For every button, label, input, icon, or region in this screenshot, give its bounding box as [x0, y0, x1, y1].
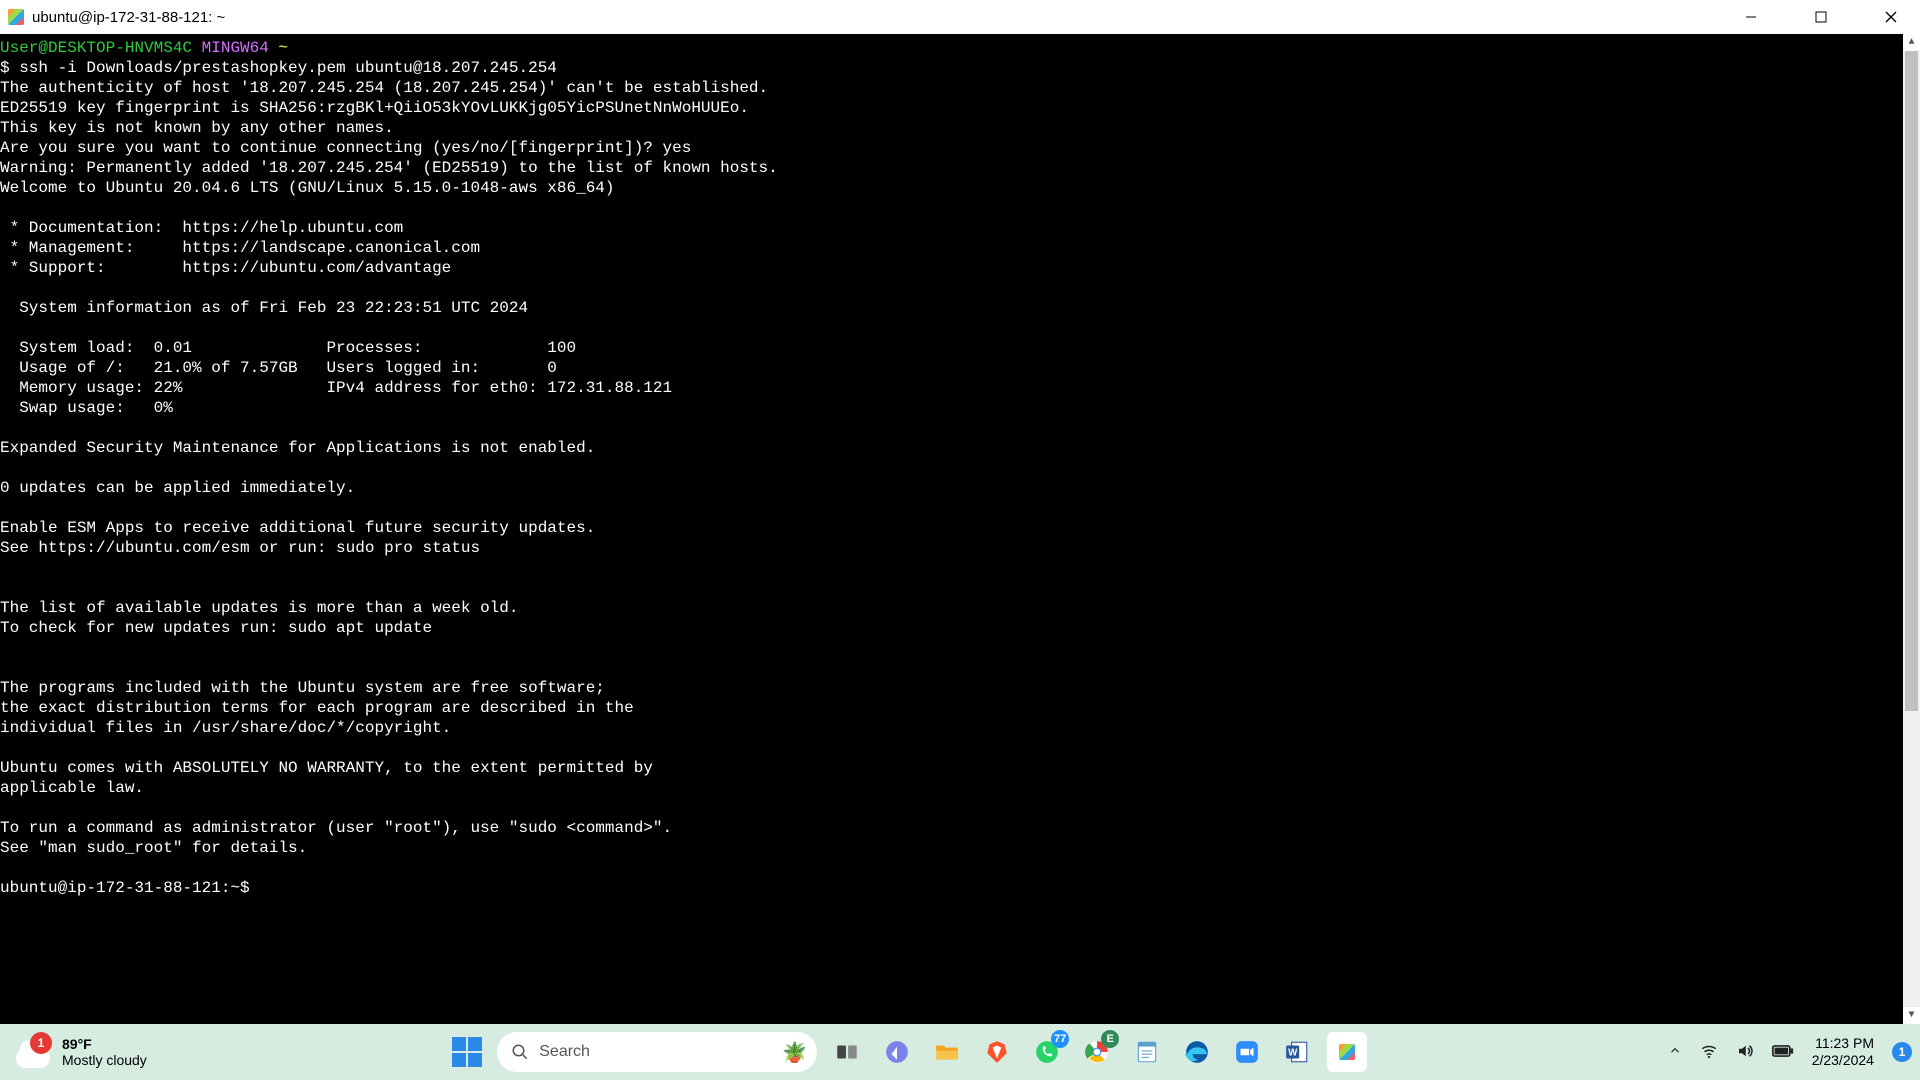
git-bash-icon: [1339, 1044, 1355, 1060]
scroll-up-icon[interactable]: ▲: [1903, 34, 1920, 51]
clock[interactable]: 11:23 PM 2/23/2024: [1812, 1035, 1874, 1069]
whatsapp-button[interactable]: 77: [1027, 1032, 1067, 1072]
maximize-button[interactable]: [1798, 0, 1844, 34]
window-title-bar: ubuntu@ip-172-31-88-121: ~: [0, 0, 1920, 34]
git-bash-button[interactable]: [1327, 1032, 1367, 1072]
minimize-button[interactable]: [1728, 0, 1774, 34]
start-button[interactable]: [447, 1032, 487, 1072]
task-view-button[interactable]: [827, 1032, 867, 1072]
notification-center-button[interactable]: 1: [1892, 1042, 1912, 1062]
file-explorer-button[interactable]: [927, 1032, 967, 1072]
search-art-icon: 🪴: [782, 1040, 807, 1065]
taskbar: 1 89°F Mostly cloudy Search 🪴 77: [0, 1024, 1920, 1080]
wifi-icon[interactable]: [1700, 1042, 1718, 1063]
volume-icon[interactable]: [1736, 1042, 1754, 1063]
whatsapp-badge: 77: [1051, 1030, 1069, 1048]
notepad-icon: [1134, 1039, 1160, 1065]
edge-button[interactable]: [1177, 1032, 1217, 1072]
word-button[interactable]: W: [1277, 1032, 1317, 1072]
window-title: ubuntu@ip-172-31-88-121: ~: [32, 9, 225, 26]
brave-icon: [984, 1039, 1010, 1065]
brave-button[interactable]: [977, 1032, 1017, 1072]
weather-temp: 89°F: [62, 1036, 147, 1052]
zoom-icon: [1234, 1039, 1260, 1065]
search-input[interactable]: Search 🪴: [497, 1032, 817, 1072]
close-button[interactable]: [1868, 0, 1914, 34]
word-icon: W: [1284, 1039, 1310, 1065]
scrollbar[interactable]: ▲ ▼: [1903, 34, 1920, 1024]
svg-text:W: W: [1288, 1047, 1298, 1058]
battery-icon[interactable]: [1772, 1044, 1794, 1061]
terminal[interactable]: User@DESKTOP-HNVMS4C MINGW64 ~ $ ssh -i …: [0, 34, 1920, 1024]
chat-icon: [884, 1039, 910, 1065]
chat-button[interactable]: [877, 1032, 917, 1072]
scroll-down-icon[interactable]: ▼: [1903, 1007, 1920, 1024]
chrome-button[interactable]: E: [1077, 1032, 1117, 1072]
task-view-icon: [834, 1039, 860, 1065]
weather-condition: Mostly cloudy: [62, 1052, 147, 1068]
zoom-button[interactable]: [1227, 1032, 1267, 1072]
scrollbar-thumb[interactable]: [1905, 51, 1918, 711]
windows-icon: [452, 1037, 482, 1067]
weather-icon: 1: [16, 1034, 52, 1070]
app-icon: [8, 9, 24, 25]
chrome-badge: E: [1101, 1030, 1119, 1048]
edge-icon: [1184, 1039, 1210, 1065]
tray-expand-icon[interactable]: [1668, 1044, 1682, 1061]
notepad-button[interactable]: [1127, 1032, 1167, 1072]
weather-widget[interactable]: 1 89°F Mostly cloudy: [0, 1034, 147, 1070]
search-icon: [511, 1043, 529, 1061]
folder-icon: [934, 1039, 960, 1065]
